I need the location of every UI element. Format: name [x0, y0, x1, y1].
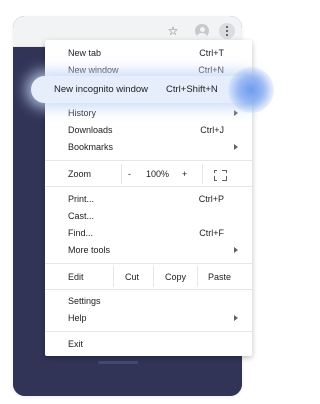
menu-item-shortcut: Ctrl+T [199, 48, 224, 58]
menu-item-label: Cast... [68, 211, 95, 221]
zoom-divider [202, 164, 203, 184]
zoom-in-button[interactable]: + [182, 169, 187, 179]
menu-item-label: Exit [68, 339, 84, 349]
edit-divider [197, 266, 198, 287]
edit-divider [113, 266, 114, 287]
star-icon[interactable]: ☆ [164, 22, 182, 40]
menu-item-help[interactable]: Help [45, 310, 252, 326]
menu-item-label: New incognito window [54, 84, 148, 95]
zoom-label: Zoom [68, 169, 92, 179]
menu-item-print[interactable]: Print... Ctrl+P [45, 191, 252, 207]
menu-item-new-tab[interactable]: New tab Ctrl+T [45, 45, 252, 61]
menu-item-new-incognito-window[interactable]: New incognito window Ctrl+Shift+N [31, 76, 257, 103]
menu-item-bookmarks[interactable]: Bookmarks [45, 139, 252, 155]
menu-item-shortcut: Ctrl+Shift+N [166, 84, 218, 95]
submenu-arrow-icon [234, 110, 238, 116]
menu-item-label: Downloads [68, 125, 113, 135]
menu-item-label: History [68, 108, 97, 118]
page-decoration [98, 361, 138, 364]
menu-item-label: Settings [68, 296, 101, 306]
menu-edit-row: Edit Cut Copy Paste [45, 266, 252, 287]
menu-item-downloads[interactable]: Downloads Ctrl+J [45, 122, 252, 138]
fullscreen-icon[interactable] [214, 170, 227, 181]
cut-button[interactable]: Cut [125, 272, 139, 282]
menu-item-shortcut: Ctrl+J [200, 125, 224, 135]
edit-label: Edit [68, 271, 84, 282]
menu-item-settings[interactable]: Settings [45, 293, 252, 309]
menu-item-label: Bookmarks [68, 142, 114, 152]
menu-divider [45, 263, 252, 264]
menu-item-cast[interactable]: Cast... [45, 208, 252, 224]
menu-item-label: Print... [68, 194, 95, 204]
menu-item-label: Help [68, 313, 87, 323]
menu-zoom-row: Zoom - 100% + [45, 164, 252, 184]
menu-divider [45, 331, 252, 332]
menu-item-label: Find... [68, 228, 94, 238]
zoom-level-value: 100% [146, 169, 170, 179]
menu-item-shortcut: Ctrl+N [198, 65, 224, 75]
menu-item-history[interactable]: History [45, 105, 252, 121]
menu-item-exit[interactable]: Exit [45, 336, 252, 352]
click-highlight-glow [228, 67, 274, 113]
paste-button[interactable]: Paste [208, 272, 231, 282]
submenu-arrow-icon [234, 144, 238, 150]
zoom-out-button[interactable]: - [128, 169, 131, 179]
submenu-arrow-icon [234, 315, 238, 321]
menu-item-label: New tab [68, 48, 102, 58]
menu-item-find[interactable]: Find... Ctrl+F [45, 225, 252, 241]
menu-divider [45, 160, 252, 161]
menu-divider [45, 289, 252, 290]
menu-item-more-tools[interactable]: More tools [45, 242, 252, 258]
menu-item-shortcut: Ctrl+P [198, 194, 224, 204]
menu-divider [45, 186, 252, 187]
avatar-icon[interactable] [193, 22, 211, 40]
kebab-menu-icon[interactable] [219, 23, 235, 39]
zoom-divider [121, 164, 122, 184]
menu-item-label: New window [68, 65, 119, 75]
menu-item-label: More tools [68, 245, 111, 255]
copy-button[interactable]: Copy [165, 272, 186, 282]
submenu-arrow-icon [234, 247, 238, 253]
menu-item-shortcut: Ctrl+F [199, 228, 224, 238]
edit-divider [153, 266, 154, 287]
